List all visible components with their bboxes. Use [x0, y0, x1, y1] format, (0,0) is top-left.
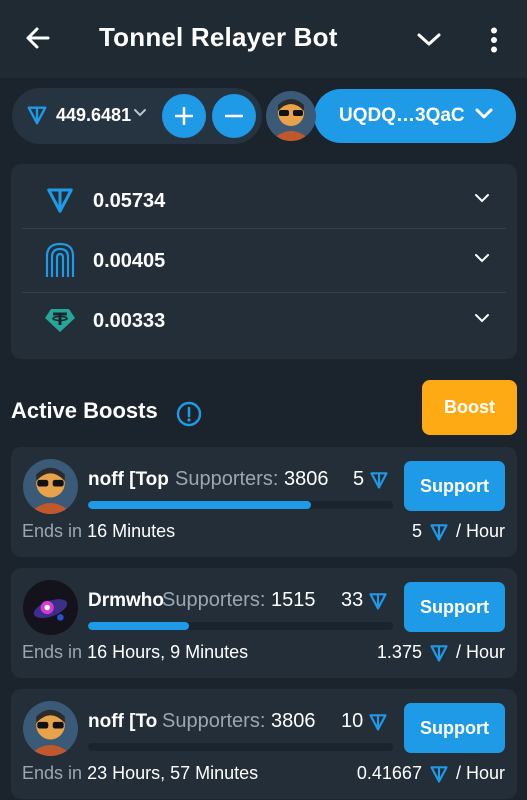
ton-icon	[370, 471, 388, 489]
ton-icon	[430, 765, 448, 783]
supporters-count: Supporters: 3806	[162, 710, 316, 732]
ton-icon	[430, 644, 448, 662]
progress-fill	[88, 622, 189, 630]
boost-card: noff [Top Supporters: 3806 5 Support End…	[11, 447, 517, 557]
token-value: 0.00333	[93, 310, 166, 332]
support-button[interactable]: Support	[404, 461, 505, 511]
back-button[interactable]	[22, 22, 54, 54]
boost-name: noff [Top	[88, 469, 169, 490]
boost-rate: 1.375 / Hour	[376, 642, 505, 662]
ton-icon	[47, 188, 73, 213]
support-button[interactable]: Support	[404, 703, 505, 753]
progress-bar	[88, 622, 393, 630]
user-avatar[interactable]	[266, 91, 316, 141]
avatar	[23, 580, 78, 635]
chevron-down-icon	[417, 33, 441, 46]
supporters-count: Supporters: 3806	[175, 468, 329, 490]
support-button[interactable]: Support	[404, 582, 505, 632]
ton-icon	[430, 523, 448, 541]
tether-icon	[45, 309, 75, 332]
progress-fill	[88, 501, 311, 509]
ton-icon	[369, 713, 387, 731]
ton-icon	[369, 592, 387, 610]
boost-rate: 0.41667 / Hour	[356, 763, 505, 783]
plus-icon	[175, 107, 193, 125]
header-dropdown-button[interactable]	[413, 26, 445, 54]
boost-button[interactable]: Boost	[422, 380, 517, 435]
avatar	[23, 459, 78, 514]
app-header: Tonnel Relayer Bot	[0, 0, 527, 78]
more-vertical-icon	[491, 27, 497, 53]
boost-card: Drmwho Supporters: 1515 33 Support Ends …	[11, 568, 517, 678]
chevron-down-icon	[134, 109, 146, 117]
token-row-usdt[interactable]: 0.00333	[22, 290, 506, 350]
boost-amount: 10	[341, 710, 389, 733]
ends-in: Ends in 23 Hours, 57 Minutes	[22, 763, 259, 783]
ends-in: Ends in 16 Minutes	[22, 521, 176, 541]
tonnel-fingerprint-icon	[45, 242, 75, 277]
token-value: 0.00405	[93, 250, 166, 272]
supporters-count: Supporters: 1515	[162, 589, 316, 611]
wallet-address-button[interactable]: UQDQ…3QaC	[314, 89, 516, 143]
token-balances-card: 0.05734 0.00405 0.00333	[11, 164, 517, 359]
chevron-down-icon	[475, 108, 493, 119]
progress-bar	[88, 501, 393, 509]
boost-rate: 5 / Hour	[411, 521, 505, 541]
avatar	[23, 701, 78, 756]
info-icon[interactable]	[176, 401, 202, 427]
boost-amount: 33	[341, 589, 389, 612]
avatar-image	[266, 91, 316, 141]
ton-icon	[27, 106, 47, 125]
token-row-ton[interactable]: 0.05734	[22, 170, 506, 230]
page-title: Tonnel Relayer Bot	[99, 22, 338, 52]
chevron-down-icon	[475, 194, 489, 203]
section-title: Active Boosts	[11, 398, 158, 423]
chevron-down-icon	[475, 314, 489, 323]
progress-bar	[88, 743, 393, 751]
ends-in: Ends in 16 Hours, 9 Minutes	[22, 642, 249, 662]
more-menu-button[interactable]	[480, 24, 508, 56]
boost-card: noff [To Supporters: 3806 10 Support End…	[11, 689, 517, 799]
wallet-address: UQDQ…3QaC	[339, 105, 465, 126]
back-arrow-icon	[26, 27, 50, 49]
balance-value: 449.6481	[56, 105, 132, 125]
wallet-bar: 449.6481 UQDQ…3QaC	[0, 78, 527, 154]
boost-amount: 5	[353, 468, 390, 491]
deposit-button[interactable]	[162, 94, 206, 138]
token-row-tonnel[interactable]: 0.00405	[22, 230, 506, 290]
minus-icon	[225, 114, 243, 118]
token-value: 0.05734	[93, 190, 166, 212]
withdraw-button[interactable]	[212, 94, 256, 138]
chevron-down-icon	[475, 254, 489, 263]
divider	[22, 228, 506, 229]
